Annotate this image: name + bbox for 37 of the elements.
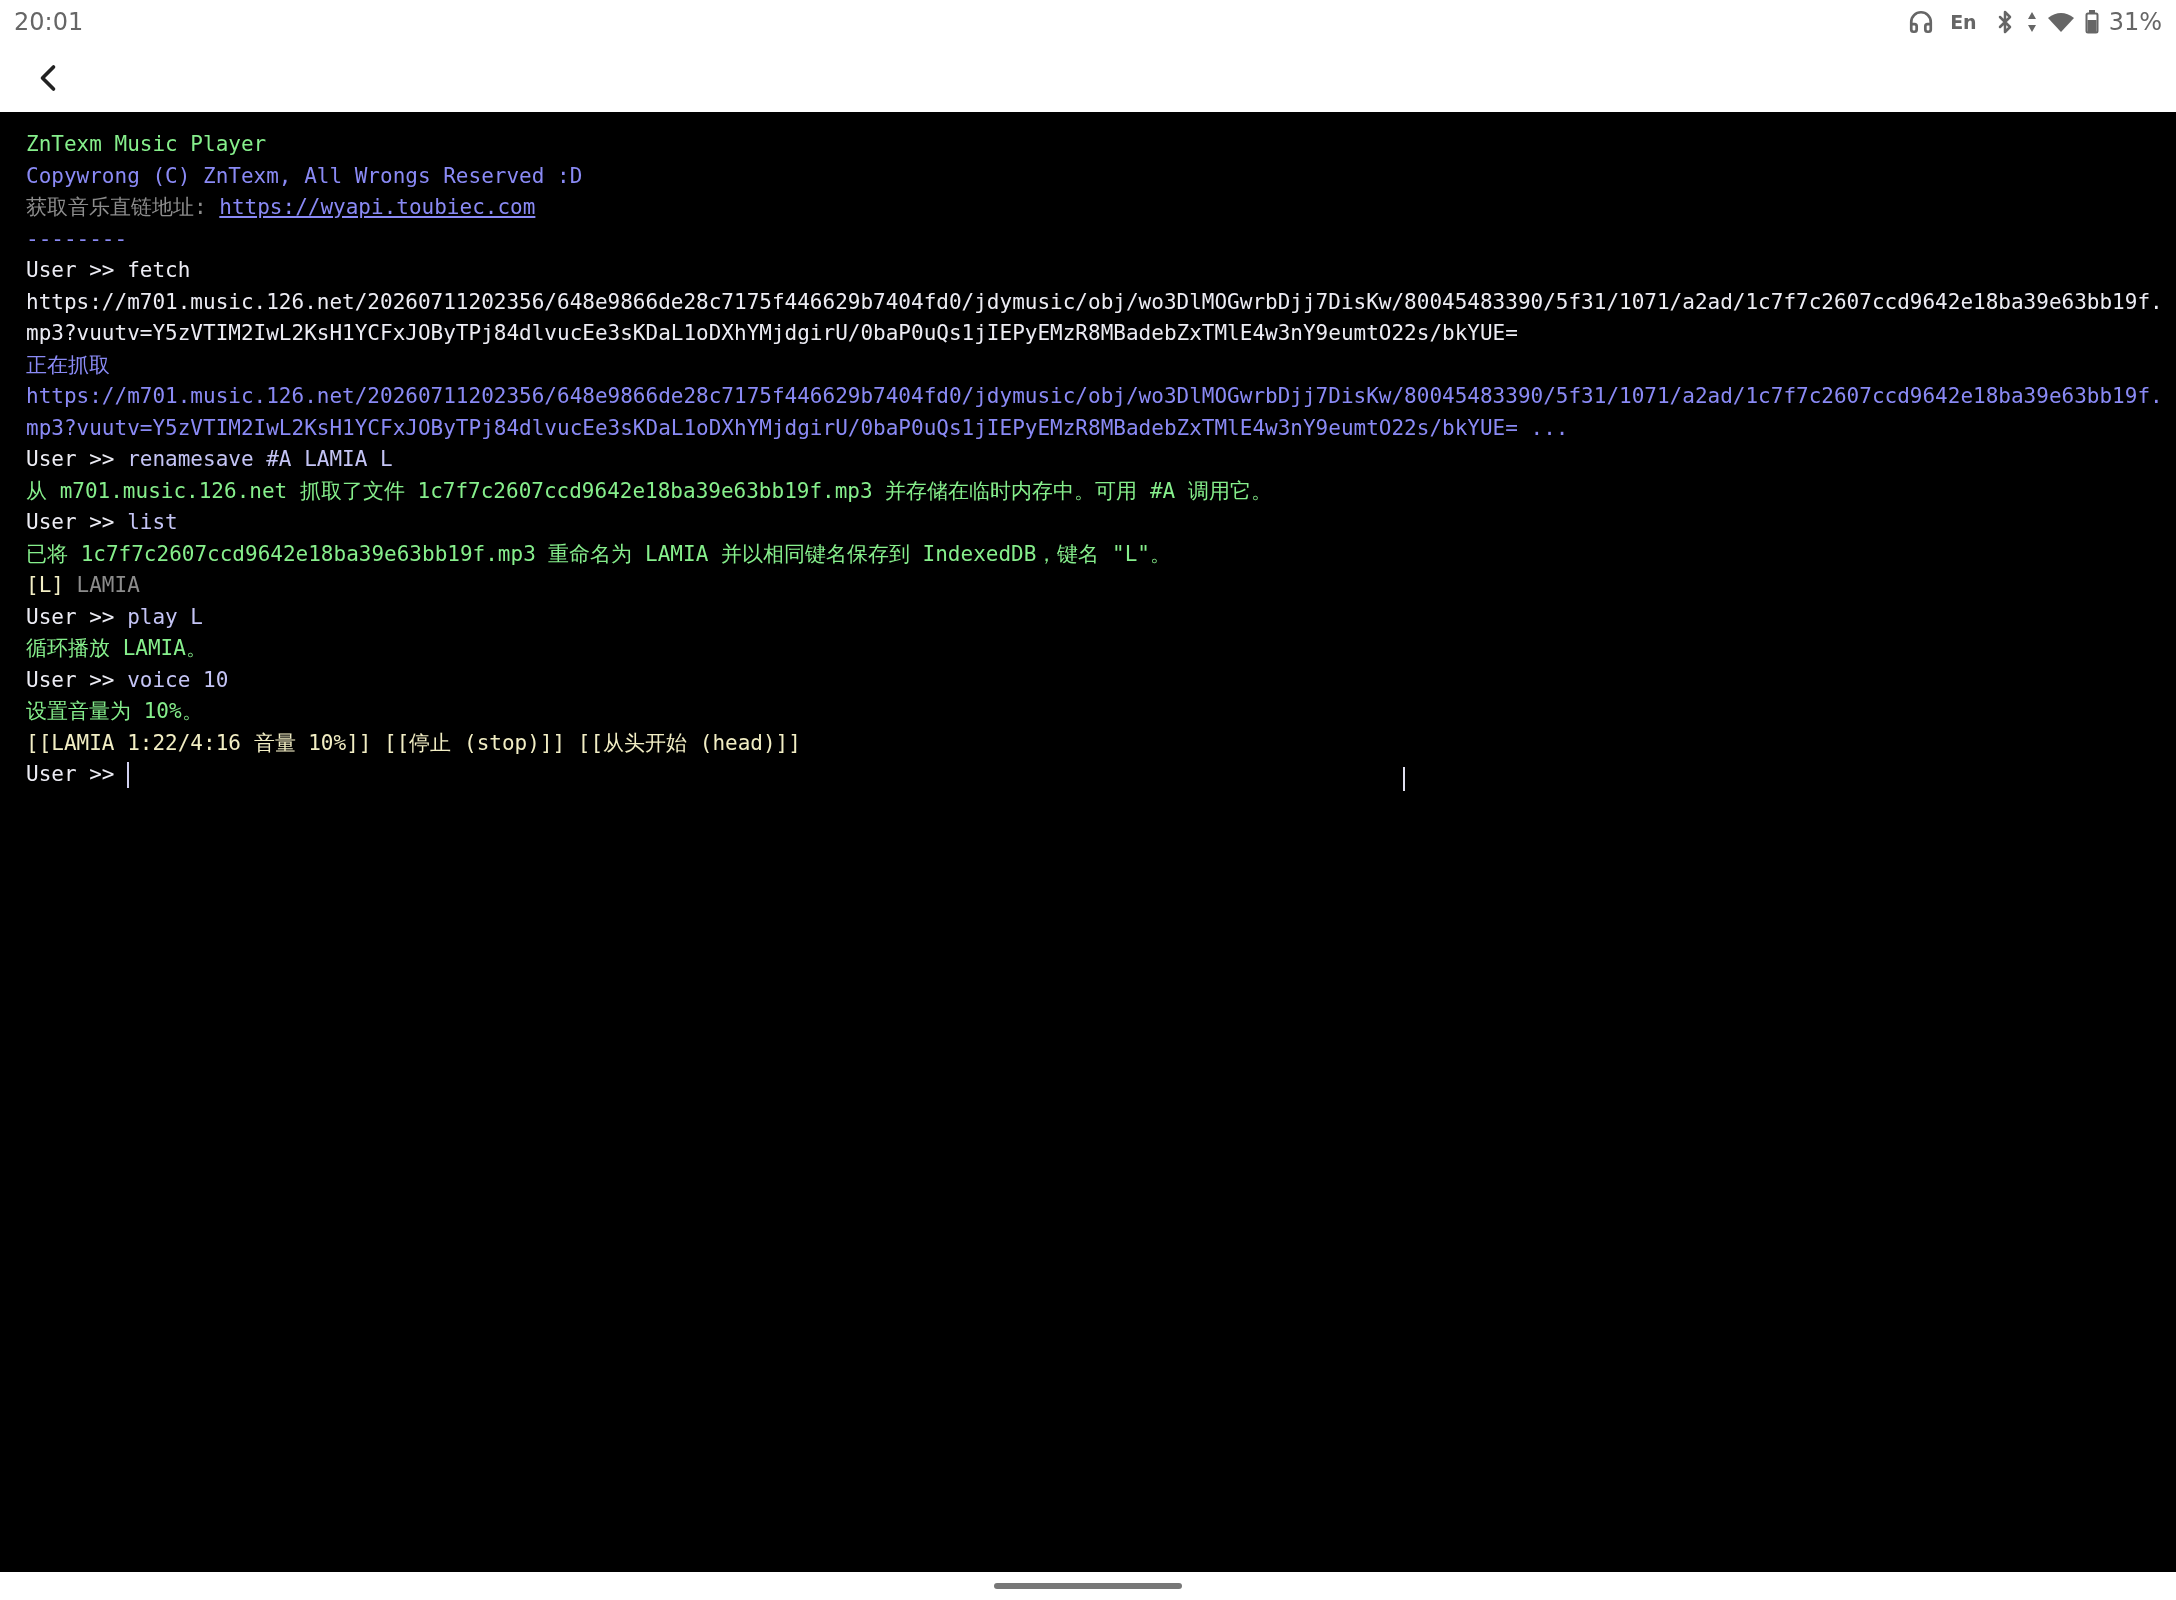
info-text: -------- [26,226,128,251]
app-title: ZnTexm Music Player [26,132,267,156]
info-text: Copywrong (C) ZnTexm, All Wrongs Reserved :D [26,163,583,188]
info-text: 正在抓取 [26,352,110,377]
command-text: list [127,510,178,534]
key-text: [L] [26,573,65,597]
battery-icon [2084,10,2099,34]
success-text: 设置音量为 10%。 [26,699,203,723]
player-control[interactable]: [[从头开始 (head)]] [577,730,801,755]
wifi-icon [2046,11,2075,33]
command-text: play L [127,604,203,629]
headphones-icon [1908,9,1935,35]
link[interactable]: https://wyapi.toubiec.com [219,195,536,219]
player-control[interactable]: [[LAMIA 1:22/4:16 音量 10%]] [26,730,372,755]
success-text: 循环播放 LAMIA。 [26,636,207,660]
prompt-text: User >> [26,762,116,786]
command-text: fetch [127,258,191,282]
prompt-text: User >> [26,667,116,692]
note-text: 获取音乐直链地址: [26,195,208,219]
output-text: https://m701.music.126.net/20260711202356/648e9866de28c7175f446629b7404fd0/jdymusic/obj/wo3DlMOGwrbDjj7DisKw/80045483390/5f31/1071/a2ad/1c7f7c2607ccd9642e18ba39e63bb19f.mp3?vuutv=Y5zVTIM2IwL2KsH1YCFxJOByTPj84dlvucEe3sKDaL1oDXhYMjdgirU/0baP0uQs1jIEPyEMzR8MBadebZxTMlE4w3nY9eumtO22s/bkYUE= [26,289,2163,345]
player-control[interactable]: [[停止 (stop)]] [384,730,566,755]
prompt-text: User >> [26,510,116,534]
battery-percent: 31% [2108,7,2162,38]
command-input[interactable] [127,762,130,788]
command-text: renamesave #A LAMIA L [127,447,393,471]
prompt-text: User >> [26,258,116,282]
prompt-text: User >> [26,447,116,471]
data-arrows-icon [2026,11,2037,33]
success-text: 从 m701.music.126.net 抓取了文件 1c7f7c2607ccd9642e18ba39e63bb19f.mp3 并存储在临时内存中。可用 #A 调用它。 [26,478,1272,503]
input-method-label: En [1950,9,1977,35]
prompt-text: User >> [26,604,116,629]
clock-time: 20:01 [14,7,84,38]
success-text: 已将 1c7f7c2607ccd9642e18ba39e63bb19f.mp3 重命名为 LAMIA 并以相同键名保存到 IndexedDB，键名 "L"。 [26,541,1171,566]
track-name: LAMIA [76,573,140,597]
info-text: https://m701.music.126.net/20260711202356/648e9866de28c7175f446629b7404fd0/jdymusic/obj/wo3DlMOGwrbDjj7DisKw/80045483390/5f31/1071/a2ad/1c7f7c2607ccd9642e18ba39e63bb19f.mp3?vuutv=Y5zVTIM2IwL2KsH1YCFxJOByTPj84dlvucEe3sKDaL1oDXhYMjdgirU/0baP0uQs1jIEPyEMzR8MBadebZxTMlE4w3nY9eumtO22s/bkYUE= ... [26,384,2163,440]
text-cursor-icon [1402,767,1406,791]
command-text: voice 10 [127,667,229,692]
